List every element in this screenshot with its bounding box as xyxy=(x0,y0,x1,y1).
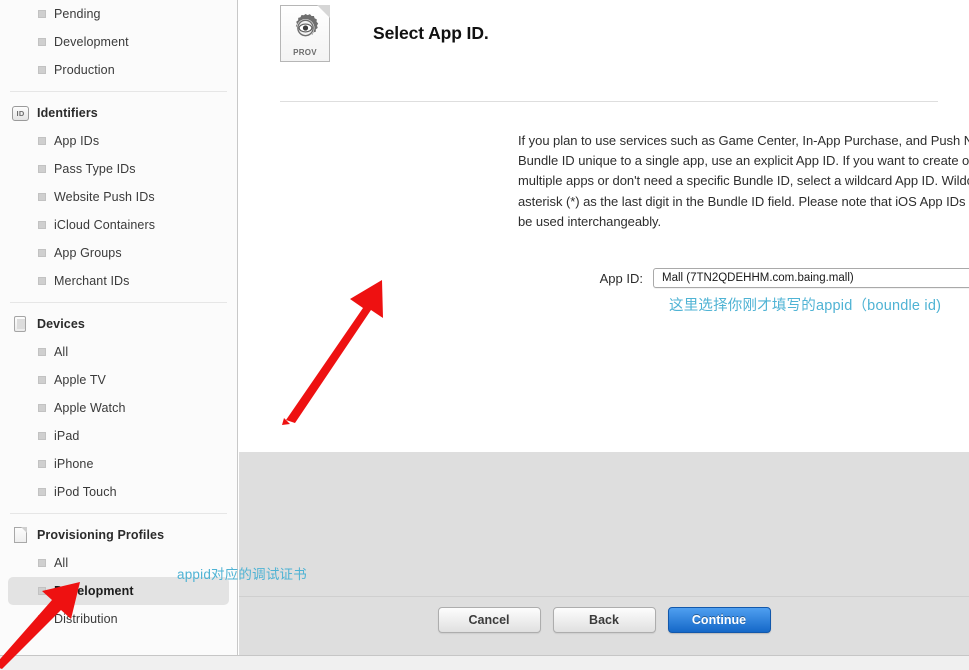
main-content: PROV Select App ID. If you plan to use s… xyxy=(239,0,969,655)
sidebar-item-label: All xyxy=(54,556,69,570)
app-id-select[interactable]: Mall (7TN2QDEHHM.com.baing.mall) xyxy=(653,268,969,288)
sidebar-item-merchant-ids[interactable]: Merchant IDs xyxy=(8,267,229,295)
provisioning-profile-icon: PROV xyxy=(280,5,330,62)
sidebar-item-label: Apple TV xyxy=(54,373,106,387)
sidebar-item-label: App IDs xyxy=(54,134,100,148)
wizard-footer: Cancel Back Continue xyxy=(239,452,969,655)
sidebar-group-devices: Devices All Apple TV Apple Watch iPad iP… xyxy=(0,310,237,506)
sidebar-header-provisioning-profiles[interactable]: Provisioning Profiles xyxy=(8,521,229,549)
sidebar-item-website-push-ids[interactable]: Website Push IDs xyxy=(8,183,229,211)
sidebar-item-label: App Groups xyxy=(54,246,122,260)
bullet-icon xyxy=(38,66,46,74)
sidebar-item-label: Development xyxy=(54,35,129,49)
bullet-icon xyxy=(38,587,46,595)
bullet-icon xyxy=(38,488,46,496)
sidebar-item-ipad[interactable]: iPad xyxy=(8,422,229,450)
sidebar: Pending Development Production ID Identi… xyxy=(0,0,238,655)
bullet-icon xyxy=(38,559,46,567)
id-badge-icon: ID xyxy=(12,105,29,121)
annotation-appid-note: 这里选择你刚才填写的appid（boundle id) xyxy=(669,298,942,314)
bullet-icon xyxy=(38,376,46,384)
sidebar-item-app-ids[interactable]: App IDs xyxy=(8,127,229,155)
bullet-icon xyxy=(38,615,46,623)
sidebar-item-devices-all[interactable]: All xyxy=(8,338,229,366)
sidebar-header-identifiers[interactable]: ID Identifiers xyxy=(8,99,229,127)
bullet-icon xyxy=(38,193,46,201)
window-bottom-strip xyxy=(0,655,969,670)
instructions-text: If you plan to use services such as Game… xyxy=(518,133,969,229)
bullet-icon xyxy=(38,348,46,356)
bullet-icon xyxy=(38,221,46,229)
gear-icon xyxy=(295,13,319,37)
sidebar-group-top: Pending Development Production xyxy=(0,0,237,84)
sidebar-item-development-cert[interactable]: Development xyxy=(8,28,229,56)
bullet-icon xyxy=(38,165,46,173)
sidebar-item-label: iPhone xyxy=(54,457,94,471)
sidebar-item-label: Pending xyxy=(54,7,101,21)
page-header: PROV Select App ID. xyxy=(280,5,489,62)
sidebar-header-devices[interactable]: Devices xyxy=(8,310,229,338)
app-id-selected-value: Mall (7TN2QDEHHM.com.baing.mall) xyxy=(662,272,854,284)
sidebar-item-production[interactable]: Production xyxy=(8,56,229,84)
device-icon xyxy=(14,316,26,332)
cancel-button[interactable]: Cancel xyxy=(437,607,541,633)
sidebar-header-label: Devices xyxy=(37,317,85,331)
sidebar-item-label: iPad xyxy=(54,429,80,443)
sidebar-item-apple-watch[interactable]: Apple Watch xyxy=(8,394,229,422)
section-divider xyxy=(10,513,227,514)
bullet-icon xyxy=(38,432,46,440)
sidebar-item-app-groups[interactable]: App Groups xyxy=(8,239,229,267)
wizard-pane: PROV Select App ID. If you plan to use s… xyxy=(239,0,969,452)
page-title: Select App ID. xyxy=(373,23,489,43)
bullet-icon xyxy=(38,38,46,46)
app-id-form-row: App ID: Mall (7TN2QDEHHM.com.baing.mall) xyxy=(518,268,969,288)
bullet-icon xyxy=(38,277,46,285)
app-id-label: App ID: xyxy=(599,270,643,286)
header-divider xyxy=(280,101,938,102)
sidebar-item-label: Pass Type IDs xyxy=(54,162,136,176)
sidebar-item-label: iPod Touch xyxy=(54,485,117,499)
sidebar-item-label: All xyxy=(54,345,69,359)
section-divider xyxy=(10,91,227,92)
sidebar-item-iphone[interactable]: iPhone xyxy=(8,450,229,478)
section-divider xyxy=(10,302,227,303)
developer-portal-window: Pending Development Production ID Identi… xyxy=(0,0,969,670)
sidebar-item-label: Distribution xyxy=(54,612,118,626)
continue-button[interactable]: Continue xyxy=(667,607,771,633)
sidebar-item-profiles-distribution[interactable]: Distribution xyxy=(8,605,229,633)
sidebar-item-ipod-touch[interactable]: iPod Touch xyxy=(8,478,229,506)
bullet-icon xyxy=(38,10,46,18)
sidebar-item-label: Development xyxy=(54,584,134,598)
bullet-icon xyxy=(38,137,46,145)
bullet-icon xyxy=(38,404,46,412)
back-button[interactable]: Back xyxy=(552,607,656,633)
wizard-button-bar: Cancel Back Continue xyxy=(239,607,969,633)
sidebar-header-label: Provisioning Profiles xyxy=(37,528,165,542)
sidebar-item-label: Apple Watch xyxy=(54,401,126,415)
bullet-icon xyxy=(38,249,46,257)
sidebar-item-label: Merchant IDs xyxy=(54,274,130,288)
sidebar-item-label: Production xyxy=(54,63,115,77)
sidebar-item-pass-type-ids[interactable]: Pass Type IDs xyxy=(8,155,229,183)
footer-divider xyxy=(239,596,969,597)
prov-icon-label: PROV xyxy=(293,48,317,57)
sidebar-item-pending[interactable]: Pending xyxy=(8,0,229,28)
sidebar-header-label: Identifiers xyxy=(37,106,98,120)
sidebar-item-apple-tv[interactable]: Apple TV xyxy=(8,366,229,394)
document-icon xyxy=(14,527,27,543)
bullet-icon xyxy=(38,460,46,468)
sidebar-item-label: Website Push IDs xyxy=(54,190,155,204)
annotation-cert-note: appid对应的调试证书 xyxy=(177,567,307,582)
sidebar-item-icloud-containers[interactable]: iCloud Containers xyxy=(8,211,229,239)
sidebar-item-label: iCloud Containers xyxy=(54,218,156,232)
sidebar-group-identifiers: ID Identifiers App IDs Pass Type IDs Web… xyxy=(0,99,237,295)
